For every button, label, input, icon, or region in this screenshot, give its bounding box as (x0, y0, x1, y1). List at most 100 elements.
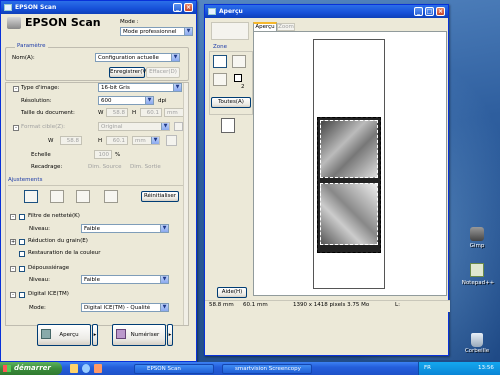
resolution-unit: dpi (158, 98, 167, 104)
dim-sortie-option[interactable]: Dim. Sortie (130, 164, 161, 170)
copy-zone-icon[interactable] (232, 55, 246, 68)
resolution-select[interactable]: 600 ▼ (98, 96, 154, 105)
recycle-bin-label: Corbeille (464, 348, 490, 354)
format-label: Format cible(Z): (21, 124, 65, 130)
taskbar-item-epson[interactable]: EPSON Scan (134, 364, 214, 374)
ice-mode-select[interactable]: Digital ICE(TM) - Qualité ▼ (81, 303, 169, 312)
collapse-icon[interactable]: - (10, 214, 16, 220)
taille-w-field[interactable]: 58.8 (106, 108, 128, 117)
resolution-label: Résolution: (21, 98, 52, 104)
ice-mode-value: Digital ICE(TM) - Qualité (84, 305, 151, 311)
recycle-bin-icon[interactable] (471, 333, 483, 347)
close-button[interactable]: × (184, 3, 193, 12)
digital-ice-checkbox[interactable] (19, 292, 25, 298)
ie-icon[interactable] (82, 364, 90, 373)
grain-label: Réduction du grain(E) (28, 238, 88, 244)
language-indicator[interactable]: FR (424, 365, 431, 371)
quick-launch-icon[interactable] (70, 364, 78, 373)
nom-select[interactable]: Configuration actuelle ▼ (95, 53, 180, 62)
mode-select-value: Mode professionnel (123, 29, 177, 35)
taille-w-label: W (98, 110, 104, 116)
grain-checkbox[interactable] (19, 239, 25, 245)
numeriser-dropdown[interactable]: ▸ (167, 324, 173, 346)
apercu-title-bar: Aperçu _ □ × (205, 5, 448, 18)
minimize-button[interactable]: _ (414, 7, 423, 16)
chevron-down-icon: ▼ (160, 304, 168, 311)
epson-scan-window: EPSON Scan _ × EPSON Scan Mode : Mode pr… (0, 0, 197, 362)
mode-select[interactable]: Mode professionnel ▼ (120, 27, 193, 36)
nom-label: Nom(A): (12, 55, 35, 61)
niveau-select[interactable]: Faible ▼ (81, 224, 169, 233)
save-button[interactable]: Enregistrer(V) (109, 67, 148, 78)
expand-icon[interactable]: + (10, 239, 16, 245)
collapse-icon[interactable]: - (10, 292, 16, 298)
chevron-down-icon: ▼ (160, 225, 168, 232)
format-select[interactable]: Original ▼ (98, 122, 170, 131)
negative-frame-1 (320, 120, 378, 178)
maximize-button[interactable]: □ (425, 7, 434, 16)
mode2-label: Mode: (29, 305, 46, 311)
taille-unit-select[interactable]: mm (164, 108, 184, 117)
couleur-checkbox[interactable] (19, 251, 25, 257)
type-image-select[interactable]: 16-bit Gris ▼ (98, 83, 182, 92)
w-label: W (48, 138, 54, 144)
preview-app-icon (208, 8, 216, 15)
windows-logo-icon (3, 365, 11, 372)
echelle-unit: % (115, 152, 121, 158)
lock-icon[interactable] (166, 135, 177, 146)
ajustements-label: Ajustements (8, 177, 43, 183)
taille-unit-value: mm (167, 110, 178, 116)
format-settings-icon[interactable] (174, 122, 183, 131)
unit-select[interactable]: mm ▼ (132, 136, 160, 145)
niveau2-value: Faible (84, 277, 100, 283)
echelle-label: Echelle (31, 152, 51, 158)
collapse-icon[interactable]: - (13, 86, 19, 92)
type-image-label: Type d'image: (21, 85, 60, 91)
close-button[interactable]: × (436, 7, 445, 16)
histogram-icon[interactable] (50, 190, 64, 203)
taskbar-item-screencopy[interactable]: smartvision Screencopy (222, 364, 312, 374)
collapse-icon[interactable]: - (10, 266, 16, 272)
zoom-button[interactable] (211, 22, 249, 40)
curve-icon[interactable] (76, 190, 90, 203)
notepad-plus-plus-label: Notepad++ (461, 280, 495, 286)
chevron-down-icon: ▼ (160, 276, 168, 283)
toutes-button[interactable]: Toutes(A) (211, 97, 251, 108)
h-field[interactable]: 60.1 (106, 136, 128, 145)
w-field[interactable]: 58.8 (60, 136, 82, 145)
minimize-button[interactable]: _ (173, 3, 182, 12)
expand-icon[interactable]: - (13, 125, 19, 131)
scan-icon (116, 329, 126, 339)
echelle-field[interactable]: 100 (94, 150, 112, 159)
reset-button[interactable]: Réinitialiser (141, 191, 179, 202)
nettete-checkbox[interactable] (19, 214, 25, 220)
tab-zoom[interactable]: Zoom (277, 23, 295, 31)
nettete-label: Filtre de netteté(K) (28, 213, 80, 219)
chevron-down-icon: ▼ (171, 54, 179, 61)
tab-apercu[interactable]: Aperçu (253, 22, 277, 31)
dim-source-option[interactable]: Dim. Source (88, 164, 122, 170)
apercu-dropdown[interactable]: ▸ (92, 324, 98, 346)
notepad-plus-plus-icon[interactable] (470, 263, 484, 277)
levels-icon[interactable] (104, 190, 118, 203)
h-label: H (98, 138, 103, 144)
recadrage-label: Recadrage: (31, 164, 63, 170)
settings-scrollbar[interactable] (183, 83, 188, 325)
taille-h-field[interactable]: 60.1 (140, 108, 162, 117)
start-label: démarrer (14, 364, 51, 372)
depoussierage-checkbox[interactable] (19, 266, 25, 272)
chevron-down-icon: ▼ (145, 97, 153, 104)
delete-zone-icon[interactable] (213, 73, 227, 86)
niveau2-label: Niveau: (29, 277, 50, 283)
apercu-label: Aperçu (59, 332, 79, 338)
marquee-icon[interactable] (213, 55, 227, 68)
unsharp-tool-icon[interactable] (24, 190, 38, 203)
niveau2-select[interactable]: Faible ▼ (81, 275, 169, 284)
delete-button[interactable]: Effacer(D) (146, 67, 180, 78)
help-button[interactable]: Aide(H) (217, 287, 247, 298)
media-icon[interactable] (94, 364, 102, 373)
gimp-icon[interactable] (470, 227, 484, 241)
chevron-down-icon: ▼ (151, 137, 159, 144)
auto-locate-icon[interactable] (221, 118, 235, 133)
numeriser-label: Numériser (130, 332, 160, 338)
